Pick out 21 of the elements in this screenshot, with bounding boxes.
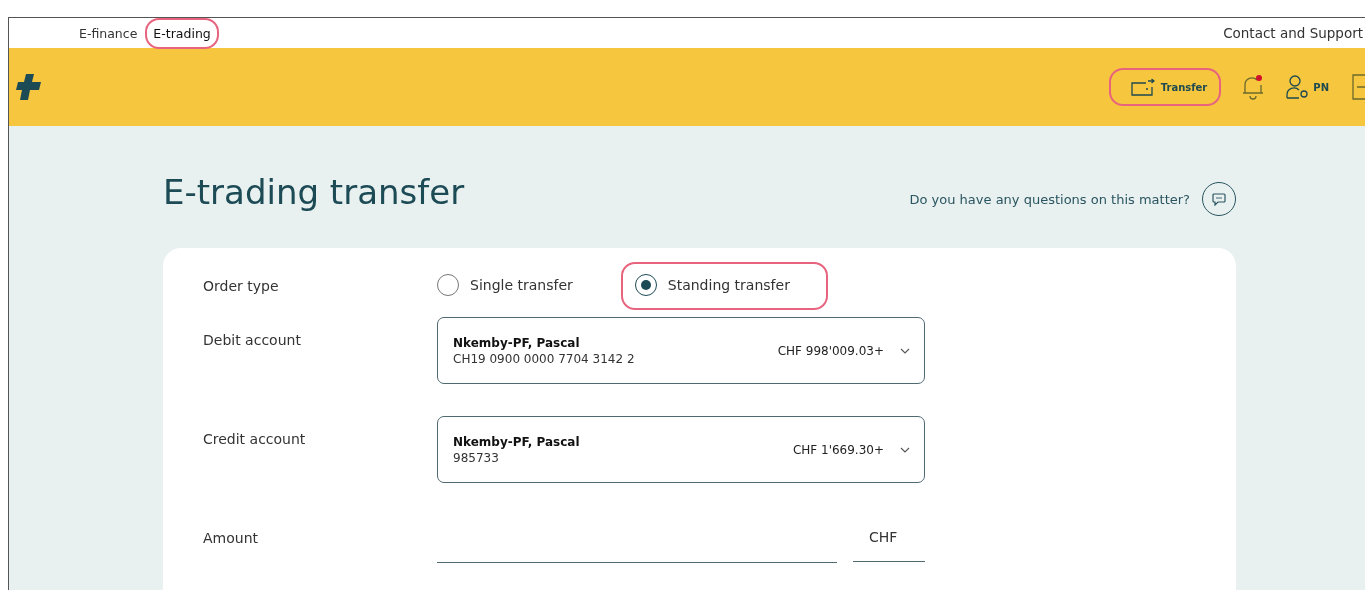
currency-field[interactable]: CHF xyxy=(853,527,925,562)
transfer-button[interactable]: Transfer xyxy=(1110,70,1220,104)
radio-option[interactable]: Single transfer xyxy=(425,264,609,308)
transfer-icon xyxy=(1130,78,1155,96)
field-label: Order type xyxy=(203,278,280,294)
help-text: Do you have any questions on this matter? xyxy=(909,191,1190,207)
field-label: Credit account xyxy=(203,431,307,447)
account-dropdown[interactable]: Nkemby-PF, Pascal CH19 0900 0000 7704 3142 2 CHF 998'009.03+ xyxy=(437,317,925,384)
user-menu[interactable]: PN xyxy=(1285,74,1329,100)
nav-tab[interactable]: E-finance xyxy=(73,19,144,47)
chevron-down-icon xyxy=(900,347,910,354)
bell-icon[interactable] xyxy=(1241,74,1266,100)
page-title: E-trading transfer xyxy=(163,172,465,212)
chevron-down-icon xyxy=(900,446,910,453)
radio-option[interactable]: Standing transfer xyxy=(622,264,826,308)
field-label: Debit account xyxy=(203,332,302,348)
field-label: Amount xyxy=(203,529,259,548)
nav-tab[interactable]: E-trading xyxy=(147,19,217,47)
chat-icon xyxy=(1212,192,1226,206)
support-link[interactable]: Contact and Support xyxy=(1223,25,1363,41)
account-dropdown[interactable]: Nkemby-PF, Pascal 985733 CHF 1'669.30+ xyxy=(437,416,925,483)
